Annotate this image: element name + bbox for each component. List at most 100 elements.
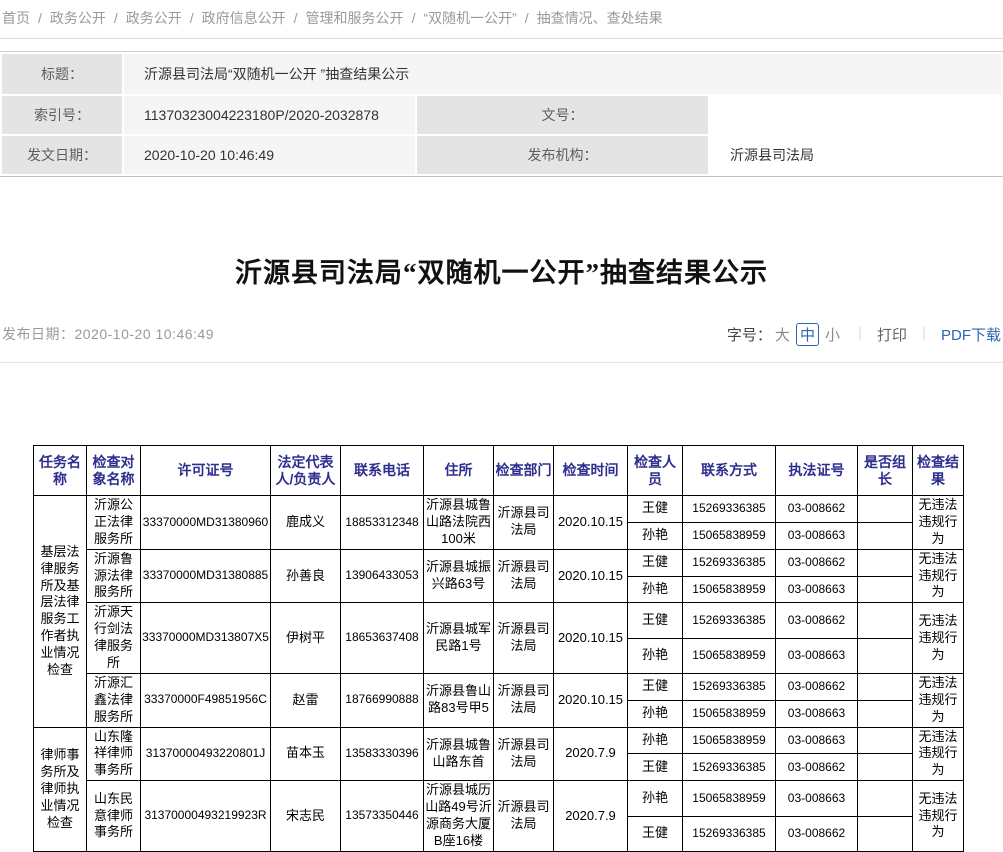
cell-inspector-cert: 03-008663 [776, 638, 858, 673]
cell-address: 沂源县鲁山路83号甲5 [424, 673, 494, 727]
cell-inspector-contact: 15065838959 [683, 727, 776, 754]
cell-is-leader [858, 727, 913, 754]
table-row: 沂源汇鑫法律服务所33370000F49851956C赵雷18766990888… [34, 673, 964, 700]
cell-inspector-cert: 03-008662 [776, 603, 858, 638]
table-row: 沂源天行剑法律服务所33370000MD313807X5伊树平186536374… [34, 603, 964, 638]
breadcrumb-item[interactable]: “双随机一公开” [423, 10, 516, 26]
column-header: 执法证号 [776, 446, 858, 496]
breadcrumb-item[interactable]: 抽查情况、查处结果 [537, 10, 663, 26]
cell-dept: 沂源县司法局 [494, 673, 554, 727]
cell-target-name: 沂源鲁源法律服务所 [87, 549, 141, 603]
cell-dept: 沂源县司法局 [494, 549, 554, 603]
cell-target-name: 沂源天行剑法律服务所 [87, 603, 141, 674]
breadcrumb-separator: / [190, 10, 194, 26]
cell-inspector-contact: 15065838959 [683, 638, 776, 673]
font-size-large-button[interactable]: 大 [775, 324, 790, 345]
pdf-download-button[interactable]: PDF下载 [941, 324, 1001, 345]
cell-inspector-contact: 15269336385 [683, 754, 776, 781]
breadcrumb-item[interactable]: 政府信息公开 [202, 10, 286, 26]
cell-dept: 沂源县司法局 [494, 603, 554, 674]
cell-is-leader [858, 496, 913, 523]
cell-inspector-cert: 03-008663 [776, 576, 858, 603]
cell-date: 2020.10.15 [554, 549, 628, 603]
cell-inspector-name: 王健 [628, 754, 683, 781]
cell-legal-rep: 伊树平 [271, 603, 341, 674]
cell-inspector-cert: 03-008662 [776, 549, 858, 576]
cell-inspector-contact: 15269336385 [683, 603, 776, 638]
cell-is-leader [858, 603, 913, 638]
cell-inspector-contact: 15269336385 [683, 549, 776, 576]
cell-result: 无违法违规行为 [913, 673, 964, 727]
cell-inspector-name: 孙艳 [628, 700, 683, 727]
breadcrumb-item[interactable]: 政务公开 [126, 10, 182, 26]
cell-date: 2020.10.15 [554, 673, 628, 727]
cell-inspector-name: 孙艳 [628, 727, 683, 754]
cell-is-leader [858, 522, 913, 549]
cell-inspector-contact: 15065838959 [683, 576, 776, 603]
column-header: 检查时间 [554, 446, 628, 496]
column-header: 联系电话 [341, 446, 424, 496]
cell-target-name: 沂源公正法律服务所 [87, 496, 141, 550]
cell-inspector-cert: 03-008663 [776, 727, 858, 754]
meta-docno-value [710, 96, 1001, 134]
cell-legal-rep: 鹿成义 [271, 496, 341, 550]
cell-date: 2020.7.9 [554, 781, 628, 852]
font-size-medium-button[interactable]: 中 [796, 323, 819, 346]
meta-org-value: 沂源县司法局 [710, 136, 1001, 174]
cell-date: 2020.7.9 [554, 727, 628, 781]
breadcrumb-separator: / [525, 10, 529, 26]
cell-is-leader [858, 673, 913, 700]
cell-inspector-name: 王健 [628, 816, 683, 851]
breadcrumb-separator: / [412, 10, 416, 26]
table-row: 沂源鲁源法律服务所33370000MD31380885孙善良1390643305… [34, 549, 964, 576]
cell-license-no: 33370000MD31380885 [141, 549, 271, 603]
column-header: 检查对象名称 [87, 446, 141, 496]
table-row: 山东民意律师事务所31370000493219923R宋志民1357335044… [34, 781, 964, 816]
cell-is-leader [858, 549, 913, 576]
cell-license-no: 33370000MD313807X5 [141, 603, 271, 674]
meta-index-value: 11370323004223180P/2020-2032878 [124, 96, 415, 134]
column-header: 是否组长 [858, 446, 913, 496]
cell-license-no: 31370000493220801J [141, 727, 271, 781]
breadcrumb-item[interactable]: 首页 [2, 10, 30, 26]
cell-inspector-cert: 03-008662 [776, 754, 858, 781]
breadcrumb-item[interactable]: 管理和服务公开 [306, 10, 404, 26]
cell-dept: 沂源县司法局 [494, 781, 554, 852]
cell-inspector-name: 孙艳 [628, 781, 683, 816]
font-size-small-button[interactable]: 小 [825, 324, 840, 345]
meta-date-label: 发文日期： [2, 136, 122, 174]
cell-is-leader [858, 754, 913, 781]
cell-inspector-name: 王健 [628, 673, 683, 700]
cell-is-leader [858, 700, 913, 727]
cell-inspector-contact: 15065838959 [683, 781, 776, 816]
breadcrumb-item[interactable]: 政务公开 [50, 10, 106, 26]
cell-is-leader [858, 576, 913, 603]
cell-phone: 13573350446 [341, 781, 424, 852]
cell-address: 沂源县城鲁山路东首 [424, 727, 494, 781]
cell-is-leader [858, 816, 913, 851]
cell-phone: 13906433053 [341, 549, 424, 603]
column-header: 检查人员 [628, 446, 683, 496]
column-header: 检查结果 [913, 446, 964, 496]
table-row: 律师事务所及律师执业情况检查山东隆祥律师事务所31370000493220801… [34, 727, 964, 754]
toolbar-divider: ｜ [917, 324, 931, 344]
cell-inspector-contact: 15269336385 [683, 816, 776, 851]
table-row: 基层法律服务所及基层法律服务工作者执业情况检查沂源公正法律服务所33370000… [34, 496, 964, 523]
cell-phone: 18853312348 [341, 496, 424, 550]
cell-is-leader [858, 638, 913, 673]
table-header-row: 任务名称检查对象名称许可证号法定代表人/负责人联系电话住所检查部门检查时间检查人… [34, 446, 964, 496]
print-button[interactable]: 打印 [877, 324, 907, 345]
inspection-results-table: 任务名称检查对象名称许可证号法定代表人/负责人联系电话住所检查部门检查时间检查人… [33, 445, 964, 852]
toolbar-divider: ｜ [853, 324, 867, 344]
cell-phone: 18766990888 [341, 673, 424, 727]
document-meta-table: 标题： 沂源县司法局“双随机一公开 ”抽查结果公示 索引号： 113703230… [0, 51, 1003, 177]
cell-inspector-contact: 15065838959 [683, 700, 776, 727]
meta-title-label: 标题： [2, 54, 122, 94]
cell-inspector-contact: 15065838959 [683, 522, 776, 549]
cell-address: 沂源县城军民路1号 [424, 603, 494, 674]
cell-inspector-cert: 03-008663 [776, 522, 858, 549]
publish-date: 发布日期：2020-10-20 10:46:49 [2, 324, 214, 344]
column-header: 检查部门 [494, 446, 554, 496]
breadcrumb-separator: / [294, 10, 298, 26]
cell-result: 无违法违规行为 [913, 727, 964, 781]
